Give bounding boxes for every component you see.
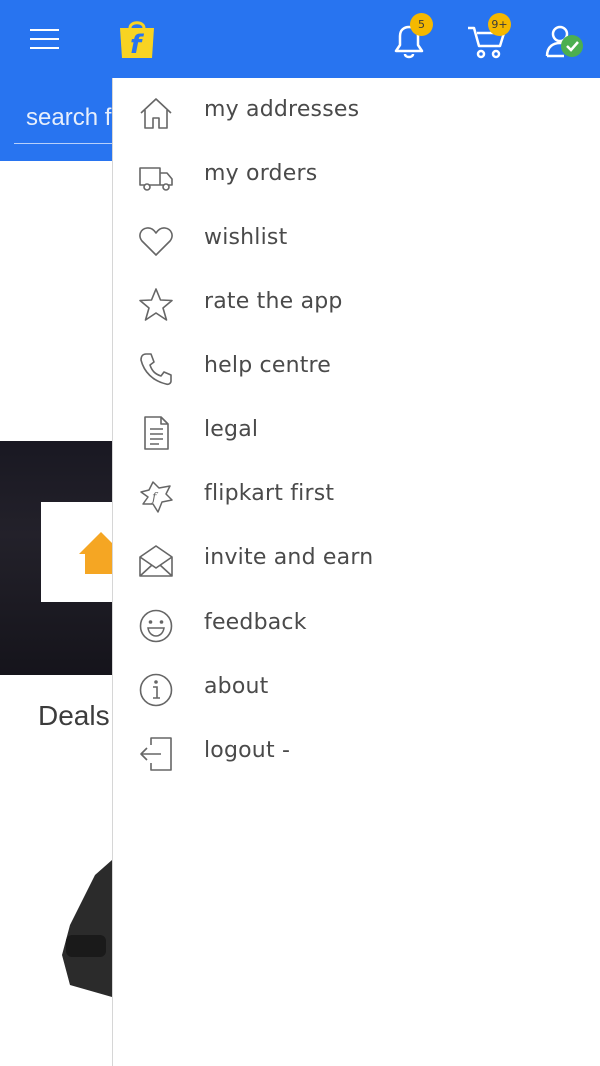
menu-item-label: my orders: [204, 161, 318, 186]
menu-item-flipkart-first[interactable]: f flipkart first: [113, 464, 600, 528]
svg-text:f: f: [151, 490, 159, 504]
top-app-bar: f 5 9+: [0, 0, 600, 78]
account-verified-icon[interactable]: [542, 20, 588, 64]
home-icon: [137, 94, 175, 132]
menu-item-label: my addresses: [204, 97, 360, 122]
heart-icon: [137, 222, 175, 260]
phone-icon: [137, 350, 175, 388]
menu-item-label: help centre: [204, 353, 332, 378]
menu-item-about[interactable]: about: [113, 657, 600, 721]
product-image[interactable]: [0, 835, 130, 1015]
notifications-badge: 5: [410, 13, 433, 36]
star-icon: [137, 286, 175, 324]
cart-badge: 9+: [488, 13, 511, 36]
menu-item-label: about: [204, 674, 269, 699]
menu-item-help-centre[interactable]: help centre: [113, 336, 600, 400]
menu-item-label: wishlist: [204, 225, 288, 250]
menu-icon[interactable]: [24, 22, 66, 56]
menu-item-my-orders[interactable]: my orders: [113, 144, 600, 208]
menu-item-feedback[interactable]: feedback: [113, 593, 600, 657]
menu-item-label: invite and earn: [204, 545, 374, 570]
menu-item-label: feedback: [204, 610, 307, 635]
logout-icon: [137, 735, 175, 773]
menu-item-logout[interactable]: logout -: [113, 721, 600, 785]
notifications-bell-icon[interactable]: 5: [386, 13, 433, 62]
menu-item-wishlist[interactable]: wishlist: [113, 208, 600, 272]
deals-section-title: Deals: [38, 700, 110, 731]
navigation-drawer: my addresses my orders wishlist rate the…: [112, 78, 600, 1066]
envelope-icon: [137, 542, 175, 580]
menu-item-invite-and-earn[interactable]: invite and earn: [113, 528, 600, 592]
menu-item-my-addresses[interactable]: my addresses: [113, 80, 600, 144]
cart-icon[interactable]: 9+: [464, 13, 511, 62]
menu-item-legal[interactable]: legal: [113, 400, 600, 464]
menu-item-label: rate the app: [204, 289, 343, 314]
info-icon: [137, 671, 175, 709]
smiley-icon: [137, 607, 175, 645]
flipkart-logo-icon[interactable]: f: [116, 18, 158, 60]
document-icon: [137, 414, 175, 452]
menu-item-label: logout -: [204, 738, 291, 763]
menu-item-label: legal: [204, 417, 259, 442]
menu-item-rate-the-app[interactable]: rate the app: [113, 272, 600, 336]
flipkart-first-icon: f: [137, 478, 175, 516]
truck-icon: [137, 158, 175, 196]
menu-item-label: flipkart first: [204, 481, 335, 506]
